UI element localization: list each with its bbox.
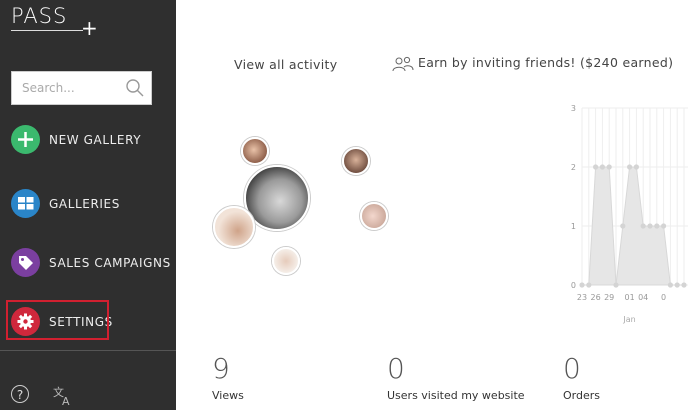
activity-chart: 012323 26 29 01 04 0Jan xyxy=(571,104,688,324)
chart-point xyxy=(586,282,592,288)
logo-underline xyxy=(11,30,83,31)
activity-avatar[interactable] xyxy=(213,206,255,248)
chart-point xyxy=(627,164,633,170)
friends-icon xyxy=(392,56,414,71)
chart-point xyxy=(579,282,585,288)
plus-icon xyxy=(11,125,40,154)
chart-x-tick-label: 01 xyxy=(625,293,635,302)
activity-avatar[interactable] xyxy=(272,247,300,275)
tag-icon xyxy=(11,248,40,277)
stat-label: Orders xyxy=(563,389,600,402)
settings-highlight xyxy=(6,300,109,340)
activity-avatar[interactable] xyxy=(360,202,388,230)
sidebar-item-sales-campaigns[interactable]: SALES CAMPAIGNS xyxy=(0,246,176,282)
chart-point xyxy=(613,282,619,288)
chart-point xyxy=(647,223,653,229)
chart-point xyxy=(667,282,673,288)
stat-value: 0 xyxy=(563,352,581,385)
chart-point xyxy=(674,282,680,288)
invite-text: Earn by inviting friends! ($240 earned) xyxy=(418,55,674,70)
chart-point xyxy=(599,164,605,170)
chart-x-tick-label: 04 xyxy=(638,293,648,302)
search-input[interactable]: Search... xyxy=(22,81,75,95)
svg-text:A: A xyxy=(62,395,70,406)
stat-orders: 0 Orders xyxy=(563,352,600,402)
chart-point xyxy=(620,223,626,229)
chart-month-label: Jan xyxy=(622,315,635,324)
search-box[interactable]: Search... xyxy=(11,71,152,105)
stat-label: Views xyxy=(212,389,244,402)
sidebar: PASS + Search... NEW GALLERY GALLERIES S… xyxy=(0,0,176,410)
chart-x-tick-label: 26 xyxy=(591,293,601,302)
sidebar-divider xyxy=(0,350,176,351)
chart-point xyxy=(633,164,639,170)
help-icon[interactable]: ? xyxy=(11,385,29,403)
chart-point xyxy=(661,223,667,229)
view-all-activity-link[interactable]: View all activity xyxy=(234,57,337,72)
chart-point xyxy=(606,164,612,170)
chart-x-tick-label: 29 xyxy=(604,293,614,302)
chart-point xyxy=(681,282,687,288)
activity-avatar[interactable] xyxy=(241,137,269,165)
sidebar-item-label: GALLERIES xyxy=(49,197,120,211)
chart-point xyxy=(640,223,646,229)
sidebar-item-new-gallery[interactable]: NEW GALLERY xyxy=(0,123,176,159)
sidebar-item-label: SALES CAMPAIGNS xyxy=(49,256,171,270)
main-content: View all activity Earn by inviting frien… xyxy=(176,0,688,410)
stat-users-visited: 0 Users visited my website xyxy=(387,352,525,402)
chart-y-tick-label: 0 xyxy=(571,281,576,290)
logo-text: PASS xyxy=(11,4,68,28)
chart-x-tick-label: 23 xyxy=(577,293,587,302)
stat-views: 9 Views xyxy=(212,352,244,402)
activity-avatar[interactable] xyxy=(342,147,370,175)
sidebar-item-galleries[interactable]: GALLERIES xyxy=(0,187,176,223)
sidebar-item-label: NEW GALLERY xyxy=(49,133,142,147)
translate-icon[interactable]: 文 A xyxy=(52,384,74,406)
chart-point xyxy=(593,164,599,170)
logo[interactable]: PASS + xyxy=(11,4,98,38)
stat-value: 9 xyxy=(212,352,230,385)
stat-label: Users visited my website xyxy=(387,389,525,402)
invite-friends-link[interactable]: Earn by inviting friends! ($240 earned) xyxy=(392,55,673,72)
search-icon[interactable] xyxy=(125,78,145,98)
logo-plus: + xyxy=(81,16,98,40)
chart-y-tick-label: 3 xyxy=(571,104,576,113)
chart-point xyxy=(654,223,660,229)
stat-value: 0 xyxy=(387,352,405,385)
chart-x-tick-label: 0 xyxy=(661,293,666,302)
chart-y-tick-label: 1 xyxy=(571,222,576,231)
grid-icon xyxy=(11,189,40,218)
chart-y-tick-label: 2 xyxy=(571,163,576,172)
